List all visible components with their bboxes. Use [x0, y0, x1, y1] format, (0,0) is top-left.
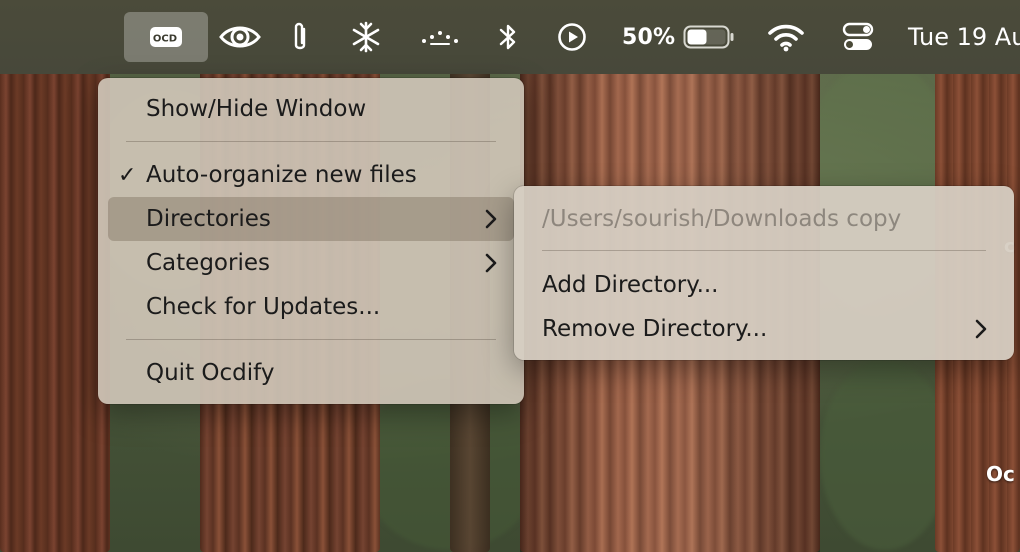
menu-bar: OCD 50% Tue 19 Au: [0, 0, 1020, 74]
menu-item-quit[interactable]: Quit Ocdify: [108, 351, 514, 395]
ocdify-status-item[interactable]: OCD: [124, 12, 208, 62]
now-playing-status-item[interactable]: [550, 12, 594, 62]
battery-icon: [683, 25, 734, 49]
svg-text:OCD: OCD: [153, 34, 177, 45]
checkmark-icon: ✓: [118, 162, 137, 188]
eye-icon: [219, 26, 261, 48]
desktop-item-label[interactable]: Oc: [986, 462, 1015, 486]
wifi-icon: [768, 24, 804, 52]
tree-trunk: [0, 60, 110, 552]
ocdify-icon: OCD: [150, 27, 182, 47]
menu-separator: [126, 141, 496, 142]
paperclip-icon: [294, 22, 306, 50]
chevron-right-icon: [975, 319, 987, 339]
control-center-status-item[interactable]: [832, 12, 884, 62]
submenu-item-remove-directory[interactable]: Remove Directory...: [524, 307, 1004, 351]
menu-item-label: Add Directory...: [542, 272, 719, 298]
dots-status-item[interactable]: [416, 12, 464, 62]
wifi-status-item[interactable]: [762, 12, 810, 62]
battery-percent: 50%: [622, 24, 676, 50]
menu-item-auto-organize[interactable]: ✓ Auto-organize new files: [108, 153, 514, 197]
snowflake-status-item[interactable]: [342, 12, 390, 62]
play-icon: [558, 23, 586, 51]
chevron-right-icon: [485, 253, 497, 273]
menu-item-label: Quit Ocdify: [146, 360, 275, 386]
snowflake-icon: [352, 21, 380, 53]
eye-status-item[interactable]: [216, 12, 264, 62]
menu-item-categories[interactable]: Categories: [108, 241, 514, 285]
menu-item-check-for-updates[interactable]: Check for Updates...: [108, 285, 514, 329]
menu-item-label: Show/Hide Window: [146, 96, 367, 122]
dots-icon: [422, 31, 458, 45]
menu-item-label: Categories: [146, 250, 270, 276]
menu-separator: [542, 250, 986, 251]
battery-fill: [687, 29, 707, 45]
menu-item-label: Directories: [146, 206, 271, 232]
menu-item-label: Remove Directory...: [542, 316, 768, 342]
menu-item-label: Check for Updates...: [146, 294, 381, 320]
ocdify-menu: Show/Hide Window ✓ Auto-organize new fil…: [98, 78, 524, 404]
directories-submenu: /Users/sourish/Downloads copy Add Direct…: [514, 186, 1014, 360]
clock-text: Tue 19 Au: [908, 23, 1020, 51]
paperclip-status-item[interactable]: [282, 12, 318, 62]
menu-item-label: Auto-organize new files: [146, 162, 417, 188]
menu-item-directories[interactable]: Directories: [108, 197, 514, 241]
bluetooth-status-item[interactable]: [490, 12, 526, 62]
submenu-item-directory-path: /Users/sourish/Downloads copy: [524, 197, 1004, 241]
control-center-icon: [842, 22, 874, 50]
battery-status-item[interactable]: 50%: [612, 12, 736, 62]
submenu-item-add-directory[interactable]: Add Directory...: [524, 263, 1004, 307]
menu-item-label: /Users/sourish/Downloads copy: [542, 206, 902, 232]
bluetooth-icon: [499, 24, 516, 50]
menu-separator: [126, 339, 496, 340]
clock-status-item[interactable]: Tue 19 Au: [900, 12, 1020, 62]
menu-item-show-hide-window[interactable]: Show/Hide Window: [108, 87, 514, 131]
chevron-right-icon: [485, 209, 497, 229]
